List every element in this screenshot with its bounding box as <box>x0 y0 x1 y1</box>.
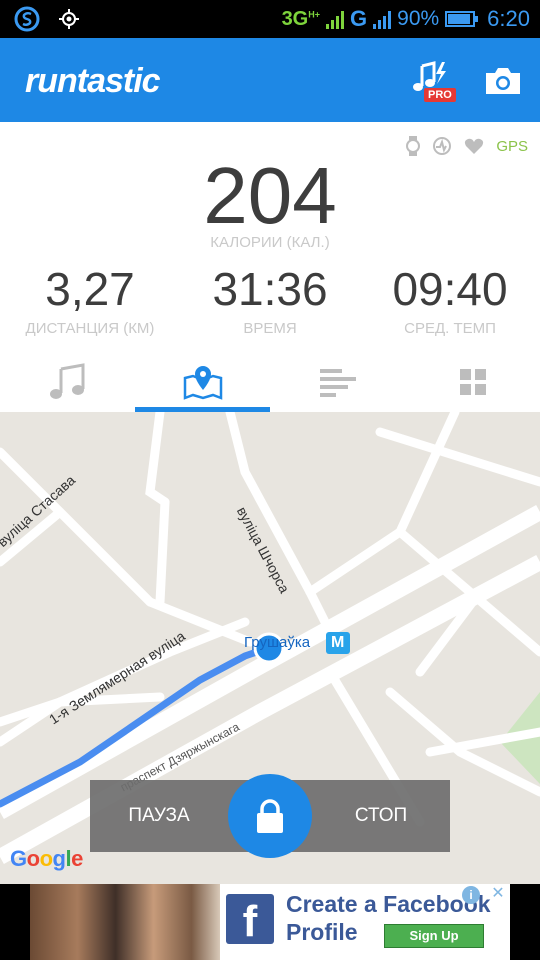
time-value: 31:36 <box>212 263 328 315</box>
distance-stat: 3,27 ДИСТАНЦИЯ (КМ) <box>0 262 180 337</box>
camera-button[interactable] <box>484 66 522 101</box>
music-note-icon <box>49 363 84 399</box>
ad-banner[interactable]: f Create a Facebook Profile Sign Up i ✕ <box>30 884 510 960</box>
map-pin-icon <box>183 366 222 400</box>
ad-photo <box>30 884 220 960</box>
music-pro-button[interactable]: PRO <box>410 60 456 104</box>
distance-label: ДИСТАНЦИЯ (КМ) <box>25 320 155 337</box>
pause-button[interactable]: ПАУЗА <box>94 780 224 852</box>
app-bar: runtastic PRO <box>0 38 540 122</box>
distance-value: 3,27 <box>45 263 135 315</box>
ad-line-1: Create a Facebook <box>286 891 491 917</box>
pace-label: СРЕД. ТЕМП <box>404 320 496 337</box>
time-stat: 31:36 ВРЕМЯ <box>180 262 360 337</box>
facebook-logo-icon: f <box>226 894 274 946</box>
bars-icon <box>319 369 356 397</box>
time-label: ВРЕМЯ <box>243 320 297 337</box>
calories-label: КАЛОРИИ (КАЛ.) <box>210 234 330 251</box>
lock-icon <box>257 799 283 833</box>
stats-panel: GPS 204 КАЛОРИИ (КАЛ.) 3,27 ДИСТАНЦИЯ (К… <box>0 122 540 352</box>
tab-bar <box>0 352 540 412</box>
ad-close-icon[interactable]: ✕ <box>488 884 508 904</box>
signal-icon-2 <box>373 9 392 29</box>
clock: 6:20 <box>487 6 530 31</box>
metro-badge: M <box>331 634 345 651</box>
s-app-icon <box>14 6 40 32</box>
network-type-2: G <box>350 6 368 31</box>
google-attribution: Google <box>10 846 83 871</box>
metro-station-label: Грушаўка <box>244 634 311 651</box>
camera-icon <box>486 68 520 94</box>
tab-splits[interactable] <box>270 352 405 412</box>
stop-button[interactable]: СТОП <box>316 780 446 852</box>
signal-icon <box>326 9 345 29</box>
runtastic-logo: runtastic <box>25 62 161 100</box>
tab-music[interactable] <box>0 352 135 412</box>
tab-dashboard[interactable] <box>405 352 540 412</box>
status-bar: 3GH+ G 90% 6:20 <box>0 0 540 38</box>
gps-target-icon <box>59 9 79 29</box>
battery-icon <box>445 11 479 27</box>
pace-value: 09:40 <box>392 263 508 315</box>
pace-stat: 09:40 СРЕД. ТЕМП <box>360 262 540 337</box>
calories-value: 204 <box>203 151 337 240</box>
tab-map[interactable] <box>135 352 270 412</box>
grid-icon <box>459 369 486 395</box>
lock-button[interactable] <box>228 774 312 858</box>
pro-badge: PRO <box>424 88 456 102</box>
ad-info-icon[interactable]: i <box>462 886 480 904</box>
battery-percent: 90% <box>397 7 440 30</box>
network-type: 3GH+ <box>281 7 321 30</box>
ad-signup-button[interactable]: Sign Up <box>384 924 484 948</box>
